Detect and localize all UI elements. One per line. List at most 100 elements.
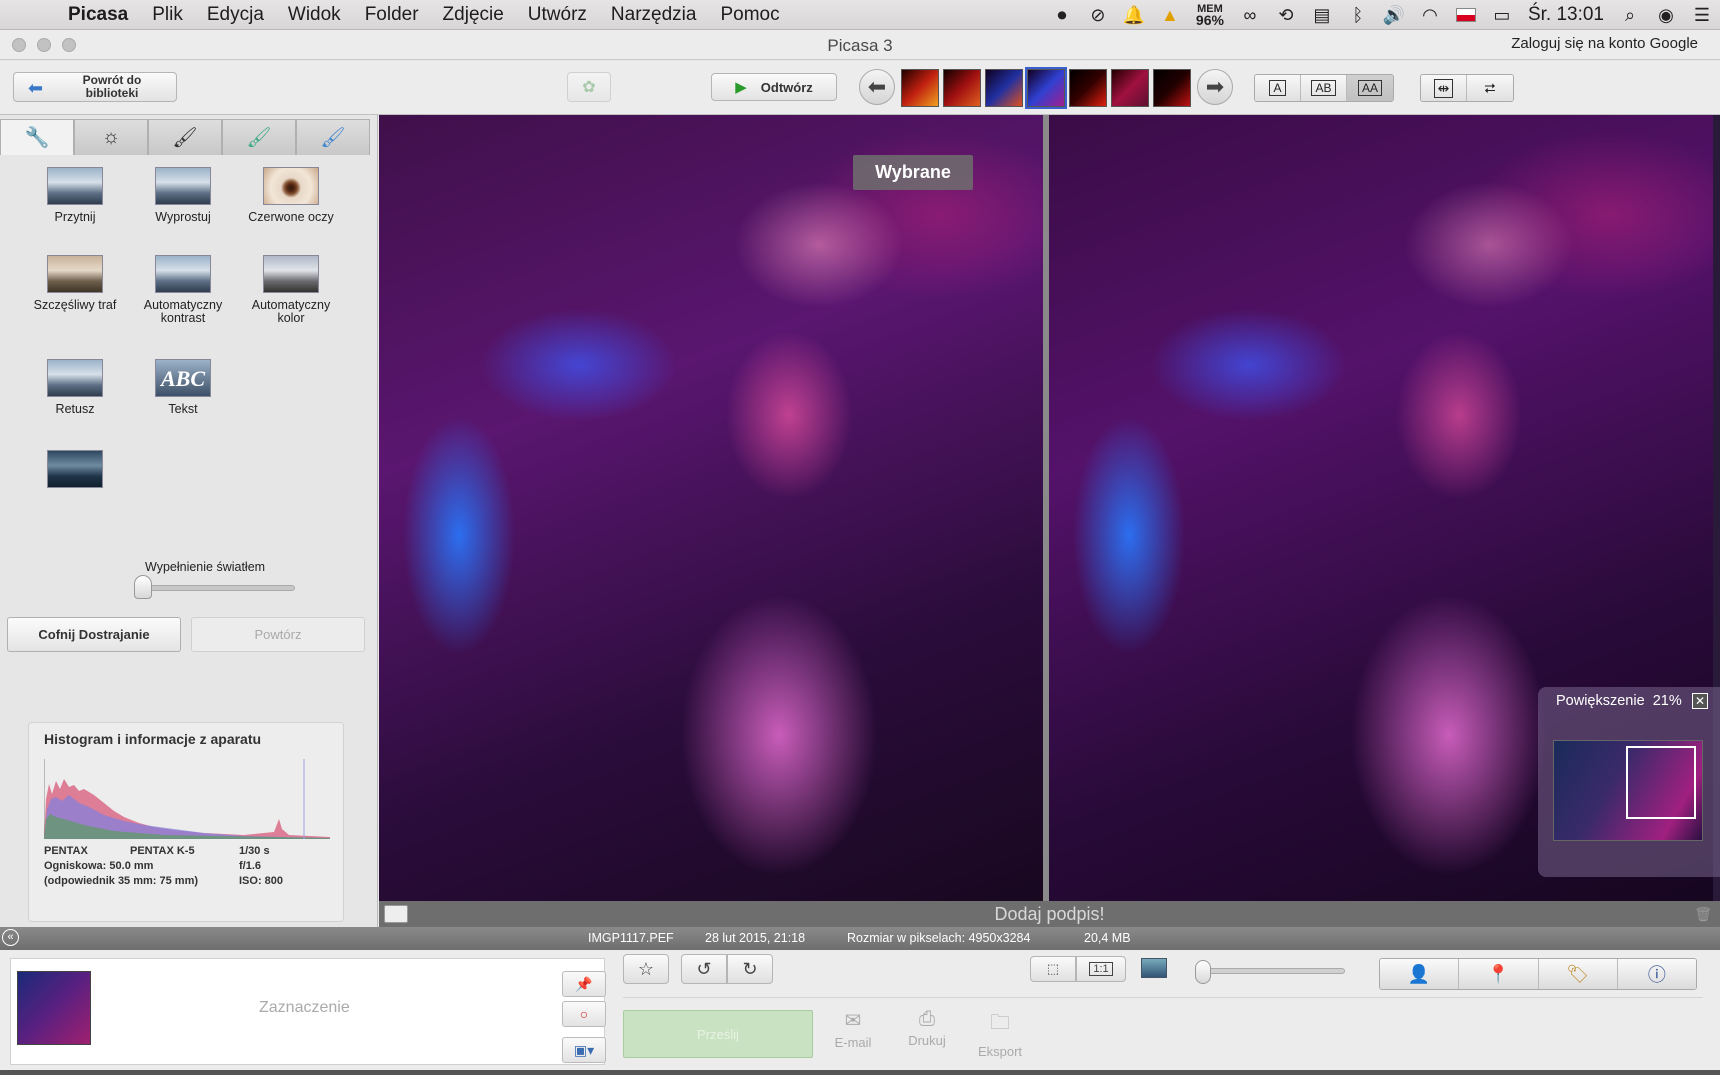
- tab-effects-2[interactable]: 🖌: [222, 119, 296, 155]
- right-panel-tabs: 👤 📍 🏷 ⓘ: [1379, 958, 1697, 990]
- album-dropdown-button[interactable]: ▣▾: [562, 1037, 606, 1063]
- actual-size-button[interactable]: 1:1: [1076, 956, 1126, 982]
- red-circle-icon: ○: [579, 1006, 589, 1022]
- email-button[interactable]: ✉ E-mail: [823, 1008, 883, 1050]
- volume-icon[interactable]: 🔊: [1376, 0, 1412, 30]
- filmstrip-thumb[interactable]: [943, 69, 981, 107]
- zoom-slider[interactable]: [1195, 968, 1345, 974]
- people-button[interactable]: 👤: [1380, 959, 1460, 989]
- filmstrip-thumb-selected[interactable]: [1025, 67, 1067, 109]
- tags-button[interactable]: 🏷: [1538, 959, 1618, 989]
- retouch-icon: [47, 359, 103, 397]
- polish-flag-icon[interactable]: [1448, 0, 1484, 30]
- warning-icon[interactable]: ▲: [1152, 0, 1188, 30]
- edit-tabs: 🔧 ☼ 🖌 🖌 🖌: [0, 119, 370, 155]
- rotate-left-button[interactable]: ↺: [681, 954, 727, 984]
- auto-color-label: Automatyczny kolor: [251, 298, 331, 325]
- menu-tools[interactable]: Narzędzia: [599, 4, 709, 26]
- menu-file[interactable]: Plik: [140, 4, 195, 26]
- export-button[interactable]: 🗀 Eksport: [970, 1008, 1030, 1059]
- im-feeling-lucky-tool[interactable]: Szczęśliwy traf: [20, 255, 130, 312]
- overlay-view-button[interactable]: ⮂: [1467, 75, 1513, 101]
- hold-pin-button[interactable]: 📌: [562, 971, 606, 997]
- tab-effects[interactable]: 🖌: [148, 119, 222, 155]
- fit-icon: ⬚: [1046, 961, 1060, 976]
- caption-input[interactable]: Dodaj podpis!: [379, 904, 1720, 925]
- filmstrip-thumb[interactable]: [985, 69, 1023, 107]
- aperture: f/1.6: [239, 860, 262, 872]
- divider: [623, 997, 1703, 998]
- fill-light-slider-handle[interactable]: [134, 575, 152, 599]
- histogram-panel: Histogram i informacje z aparatu PENTAX …: [28, 722, 344, 922]
- sun-icon: ☼: [101, 126, 121, 148]
- tray-thumbnail[interactable]: [17, 971, 91, 1045]
- star-button[interactable]: ☆: [623, 954, 669, 984]
- back-to-library-button[interactable]: ⬅ Powrót do biblioteki: [13, 72, 177, 102]
- green-pin-icon: 📌: [575, 975, 593, 992]
- creative-cloud-icon[interactable]: ∞: [1232, 0, 1268, 30]
- histogram-title: Histogram i informacje z aparatu: [44, 731, 262, 747]
- tab-tuning[interactable]: ☼: [74, 119, 148, 155]
- menu-edit[interactable]: Edycja: [195, 4, 276, 26]
- view-compare-button[interactable]: AB: [1301, 75, 1347, 101]
- swap-icon: ⮂: [1484, 79, 1496, 96]
- zoom-viewport-box[interactable]: [1626, 746, 1696, 819]
- spotlight-search-icon[interactable]: ⌕: [1612, 0, 1648, 30]
- retouch-tool[interactable]: Retusz: [20, 359, 130, 416]
- auto-contrast-tool[interactable]: Automatyczny kontrast: [128, 255, 238, 325]
- redo-button[interactable]: Powtórz: [191, 617, 365, 652]
- filmstrip-thumb[interactable]: [1111, 69, 1149, 107]
- close-icon[interactable]: ✕: [1692, 693, 1708, 709]
- fill-light-slider[interactable]: [143, 585, 295, 591]
- wifi-icon[interactable]: ◠: [1412, 0, 1448, 30]
- bell-icon[interactable]: 🔔: [1116, 0, 1152, 30]
- bluetooth-icon[interactable]: ᛒ: [1340, 0, 1376, 30]
- no-entry-icon[interactable]: ⊘: [1080, 0, 1116, 30]
- text-tool[interactable]: ABC Tekst: [128, 359, 238, 416]
- memory-card-icon[interactable]: ▤: [1304, 0, 1340, 30]
- view-before-after-button[interactable]: AA: [1347, 75, 1393, 101]
- share-button[interactable]: Prześlij: [623, 1010, 813, 1058]
- filmstrip-thumb[interactable]: [901, 69, 939, 107]
- recorder-icon[interactable]: ⏺: [1044, 0, 1080, 30]
- battery-icon[interactable]: ▭: [1484, 0, 1520, 30]
- photo-before[interactable]: [379, 115, 1043, 901]
- crop-tool[interactable]: Przytnij: [20, 167, 130, 224]
- zoom-slider-handle[interactable]: [1195, 960, 1211, 984]
- menu-view[interactable]: Widok: [276, 4, 353, 26]
- filmstrip-thumb[interactable]: [1069, 69, 1107, 107]
- menubar-clock[interactable]: Śr. 13:01: [1520, 4, 1612, 26]
- previous-photo-button[interactable]: ⬅: [859, 69, 895, 105]
- picasa-effects-button[interactable]: ✿: [567, 72, 611, 102]
- properties-button[interactable]: ⓘ: [1617, 959, 1696, 989]
- redeye-tool[interactable]: Czerwone oczy: [236, 167, 346, 224]
- clear-selection-button[interactable]: ○: [562, 1001, 606, 1027]
- next-photo-button[interactable]: ➡: [1197, 69, 1233, 105]
- print-button[interactable]: ⎙ Drukuj: [897, 1008, 957, 1048]
- menu-help[interactable]: Pomoc: [708, 4, 791, 26]
- menu-app[interactable]: Picasa: [56, 4, 140, 26]
- menu-picture[interactable]: Zdjęcie: [431, 4, 516, 26]
- split-view-button[interactable]: ⇹: [1421, 75, 1467, 101]
- view-single-button[interactable]: A: [1255, 75, 1301, 101]
- undo-tuning-button[interactable]: Cofnij Dostrajanie: [7, 617, 181, 652]
- fit-to-window-button[interactable]: ⬚: [1030, 956, 1076, 982]
- tab-effects-3[interactable]: 🖌: [296, 119, 370, 155]
- rotate-right-button[interactable]: ↻: [727, 954, 773, 984]
- notification-center-icon[interactable]: ☰: [1684, 0, 1720, 30]
- menu-create[interactable]: Utwórz: [516, 4, 599, 26]
- file-info-bar: « IMGP1117.PEF 28 lut 2015, 21:18 Rozmia…: [0, 927, 1720, 950]
- tab-basic-fixes[interactable]: 🔧: [0, 119, 74, 155]
- auto-color-tool[interactable]: Automatyczny kolor: [236, 255, 346, 325]
- trash-icon[interactable]: 🗑: [1694, 906, 1712, 923]
- user-icon[interactable]: ◉: [1648, 0, 1684, 30]
- time-machine-icon[interactable]: ⟲: [1268, 0, 1304, 30]
- memory-indicator[interactable]: MEM 96%: [1188, 4, 1232, 28]
- places-button[interactable]: 📍: [1459, 959, 1539, 989]
- slideshow-play-button[interactable]: ▶ Odtwórz: [711, 73, 837, 101]
- straighten-tool[interactable]: Wyprostuj: [128, 167, 238, 224]
- collapse-panel-icon[interactable]: «: [2, 929, 19, 946]
- menu-folder[interactable]: Folder: [353, 4, 431, 26]
- google-login-link[interactable]: Zaloguj się na konto Google: [1511, 35, 1698, 52]
- filmstrip-thumb[interactable]: [1153, 69, 1191, 107]
